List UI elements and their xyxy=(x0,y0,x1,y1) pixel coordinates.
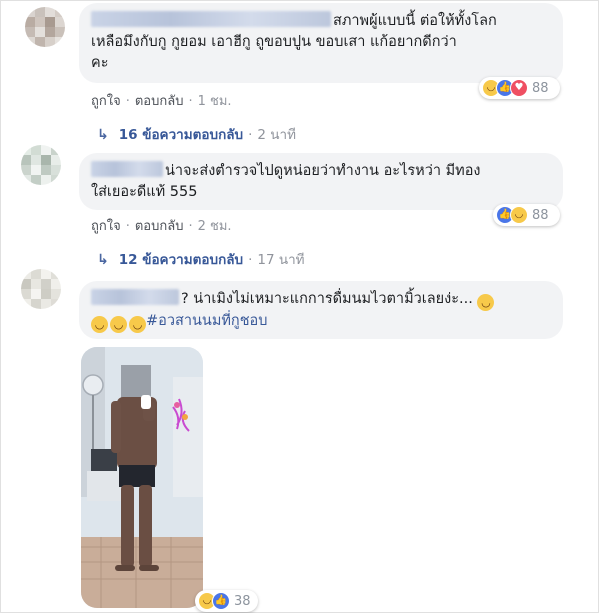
comment-bubble: ? น่าเมิงไม่เหมาะแกการดื่มนมไวตามิ้วเลยง… xyxy=(79,281,563,339)
hashtag-link[interactable]: #อวสานนมที่กูชอบ xyxy=(146,313,267,329)
comment-actions: ถูกใจ · ตอบกลับ · 2 ชม. xyxy=(91,219,232,234)
reaction-summary[interactable]: 👍 ◡ 88 xyxy=(493,204,560,226)
comment-text-line: ใส่เยอะดีแท้ 555 xyxy=(91,184,198,200)
reply-link[interactable]: ตอบกลับ xyxy=(135,219,184,234)
comment-text-line: คะ xyxy=(91,55,109,71)
avatar[interactable] xyxy=(25,7,65,47)
reaction-count: 88 xyxy=(532,80,549,96)
grinning-emoji-icon: ◡ xyxy=(110,316,127,333)
comment-text-line: ? น่าเมิงไม่เหมาะแกการดื่มนมไวตามิ้วเลยง… xyxy=(181,291,473,307)
comment-text-line: เหลือมึงกับกู กูยอม เอาฮีกู ถูขอบปูน ขอบ… xyxy=(91,34,457,50)
like-link[interactable]: ถูกใจ xyxy=(91,94,121,109)
reaction-count: 38 xyxy=(234,593,251,609)
view-replies[interactable]: ↳ 16 ข้อความตอบกลับ · 2 นาที xyxy=(97,123,296,145)
avatar[interactable] xyxy=(21,145,61,185)
replies-time: 2 นาที xyxy=(257,127,296,143)
reaction-summary[interactable]: ◡ 👍 38 xyxy=(195,590,258,612)
haha-icon: ◡ xyxy=(510,206,528,224)
replies-count[interactable]: 16 ข้อความตอบกลับ xyxy=(119,127,243,143)
comment-bubble: น่าจะส่งตำรวจไปดูหน่อยว่าทำงาน อะไรหว่า … xyxy=(79,153,563,210)
timestamp[interactable]: 1 ชม. xyxy=(198,94,232,109)
replies-time: 17 นาที xyxy=(257,252,305,268)
comment-text-line: สภาพผู้แบบนี้ ต่อให้ทั้งโลก xyxy=(333,13,497,29)
like-icon: 👍 xyxy=(212,592,230,610)
view-replies[interactable]: ↳ 12 ข้อความตอบกลับ · 17 นาที xyxy=(97,248,305,270)
replies-count[interactable]: 12 ข้อความตอบกลับ xyxy=(119,252,243,268)
reply-arrow-icon: ↳ xyxy=(97,127,109,143)
like-link[interactable]: ถูกใจ xyxy=(91,219,121,234)
laughing-emoji-icon: ◡ xyxy=(477,294,495,311)
love-icon: ♥ xyxy=(510,79,528,97)
commenter-name[interactable] xyxy=(91,289,179,305)
reply-link[interactable]: ตอบกลับ xyxy=(135,94,184,109)
comment-bubble: สภาพผู้แบบนี้ ต่อให้ทั้งโลก เหลือมึงกับก… xyxy=(79,3,563,83)
commenter-name[interactable] xyxy=(91,11,331,27)
timestamp[interactable]: 2 ชม. xyxy=(198,219,232,234)
commenter-name[interactable] xyxy=(91,161,163,177)
reaction-summary[interactable]: ◡ 👍 ♥ 88 xyxy=(479,77,560,99)
avatar[interactable] xyxy=(21,269,61,309)
laughing-emoji-icon: ◡ xyxy=(129,316,146,333)
comment-actions: ถูกใจ · ตอบกลับ · 1 ชม. xyxy=(91,94,232,109)
comment-thread: สภาพผู้แบบนี้ ต่อให้ทั้งโลก เหลือมึงกับก… xyxy=(0,0,599,613)
comment-text-line: น่าจะส่งตำรวจไปดูหน่อยว่าทำงาน อะไรหว่า … xyxy=(165,163,481,179)
reply-arrow-icon: ↳ xyxy=(97,252,109,268)
comment-photo[interactable] xyxy=(81,347,203,608)
grinning-emoji-icon: ◡ xyxy=(91,316,108,333)
reaction-count: 88 xyxy=(532,207,549,223)
